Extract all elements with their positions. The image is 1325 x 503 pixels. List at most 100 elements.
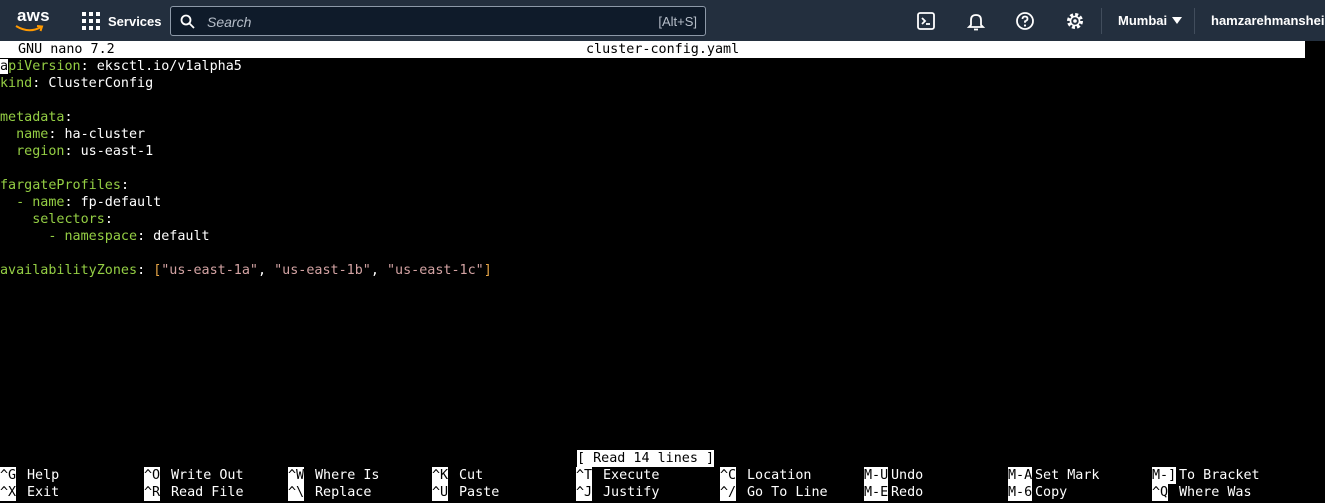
editor-buffer[interactable]: apiVersion: eksctl.io/v1alpha5 kind: Clus… [0, 58, 492, 279]
yaml-text: , [258, 263, 275, 278]
yaml-text: : ha-cluster [48, 127, 146, 142]
yaml-string: "us-east-1c" [387, 263, 484, 278]
services-grid-icon [82, 12, 100, 30]
yaml-text [0, 127, 16, 142]
yaml-key: fargateProfiles [0, 178, 121, 193]
search-icon [180, 14, 195, 29]
yaml-text: : [64, 110, 73, 125]
shortcut-label: Copy [1035, 485, 1068, 500]
nav-divider [1194, 8, 1195, 34]
shortcut-key: ^C [720, 467, 737, 484]
region-selector[interactable]: Mumbai [1118, 13, 1183, 28]
shortcut-key: ^K [432, 467, 449, 484]
nano-status-message: [ Read 14 lines ] [577, 450, 715, 467]
shortcut-key: M-E [864, 484, 889, 501]
search-input[interactable] [205, 10, 609, 34]
yaml-key: name [16, 127, 49, 142]
shortcut-label: Execute [603, 468, 660, 483]
yaml-text: : fp-default [64, 195, 162, 210]
yaml-string: "us-east-1a" [161, 263, 258, 278]
aws-logo[interactable]: aws [8, 6, 50, 36]
yaml-key: selectors [32, 212, 105, 227]
cloudshell-icon[interactable] [916, 11, 936, 31]
code-line: selectors: [0, 211, 492, 228]
shortcut-label: Write Out [171, 468, 244, 483]
caret-down-icon [1172, 17, 1183, 24]
shortcut-key: ^\ [288, 484, 305, 501]
yaml-key: kind [0, 76, 33, 91]
services-label: Services [108, 13, 162, 29]
text-cursor: a [0, 59, 9, 74]
code-line: availabilityZones: ["us-east-1a", "us-ea… [0, 262, 492, 279]
nano-filename: cluster-config.yaml [586, 42, 740, 57]
shortcut-key: ^Q [1152, 484, 1169, 501]
shortcut-label: Go To Line [747, 485, 828, 500]
yaml-bracket: ] [483, 263, 492, 278]
shortcut-label: Redo [891, 485, 924, 500]
shortcut-key: ^J [576, 484, 593, 501]
nano-shortcut-row-2: ^X Exit ^R Read File ^\ Replace ^U Paste ^J Justi… [0, 484, 1325, 501]
yaml-text [0, 144, 16, 159]
shortcut-label: Where Was [1179, 485, 1252, 500]
shortcut-key: M-U [864, 467, 889, 484]
shortcut-key: ^R [144, 484, 161, 501]
shortcut-key: ^U [432, 484, 449, 501]
shortcut-key: ^W [288, 467, 305, 484]
yaml-text: : eksctl.io/v1alpha5 [80, 59, 242, 74]
shortcut-label: Undo [891, 468, 924, 483]
code-line: apiVersion: eksctl.io/v1alpha5 [0, 58, 492, 75]
yaml-string: "us-east-1b" [274, 263, 371, 278]
code-line: - name: fp-default [0, 194, 492, 211]
help-icon[interactable] [1015, 11, 1035, 31]
region-label: Mumbai [1118, 13, 1168, 28]
code-line: fargateProfiles: [0, 177, 492, 194]
search-box[interactable]: [Alt+S] [170, 6, 706, 36]
aws-smile-icon [15, 25, 44, 32]
yaml-text: : default [137, 229, 210, 244]
shortcut-key: ^/ [720, 484, 737, 501]
shortcut-key: ^X [0, 484, 17, 501]
nano-title-bar: GNU nano 7.2 cluster-config.yaml [0, 41, 1305, 58]
nano-shortcut-row-1: ^G Help ^O Write Out ^W Where Is ^K Cut ^T Execut… [0, 467, 1325, 484]
shortcut-label: Replace [315, 485, 372, 500]
yaml-text [0, 195, 16, 210]
shortcut-label: Where Is [315, 468, 380, 483]
yaml-text: : [120, 178, 129, 193]
terminal-window[interactable]: GNU nano 7.2 cluster-config.yaml apiVers… [0, 41, 1325, 503]
account-menu[interactable]: hamzarehmansheikh [1211, 13, 1325, 28]
shortcut-label: Help [27, 468, 60, 483]
shortcut-key: M-A [1008, 467, 1033, 484]
shortcut-label: Paste [459, 485, 500, 500]
shortcut-key: ^O [144, 467, 161, 484]
shortcut-label: Set Mark [1035, 468, 1100, 483]
shortcut-key: ^G [0, 467, 17, 484]
code-line: name: ha-cluster [0, 126, 492, 143]
yaml-key: metadata [0, 110, 65, 125]
yaml-key: region [16, 144, 65, 159]
shortcut-label: To Bracket [1179, 468, 1260, 483]
yaml-text: : us-east-1 [64, 144, 154, 159]
yaml-key: availabilityZones [0, 263, 138, 278]
aws-top-navigation: aws Services [Alt+S] [0, 0, 1325, 41]
notifications-bell-icon[interactable] [966, 11, 986, 31]
shortcut-label: Exit [27, 485, 60, 500]
shortcut-key: M-] [1152, 467, 1177, 484]
code-line: metadata: [0, 109, 492, 126]
shortcut-label: Cut [459, 468, 484, 483]
aws-logo-text: aws [17, 6, 50, 25]
yaml-key: - name [16, 195, 65, 210]
code-line: - namespace: default [0, 228, 492, 245]
shortcut-label: Location [747, 468, 812, 483]
shortcut-label: Read File [171, 485, 244, 500]
services-menu-button[interactable]: Services [82, 10, 162, 32]
yaml-text: : [137, 263, 154, 278]
yaml-text: : [104, 212, 113, 227]
yaml-text [0, 229, 48, 244]
yaml-text: : ClusterConfig [32, 76, 154, 91]
settings-gear-icon[interactable] [1065, 11, 1085, 31]
shortcut-label: Justify [603, 485, 660, 500]
yaml-text [0, 212, 32, 227]
